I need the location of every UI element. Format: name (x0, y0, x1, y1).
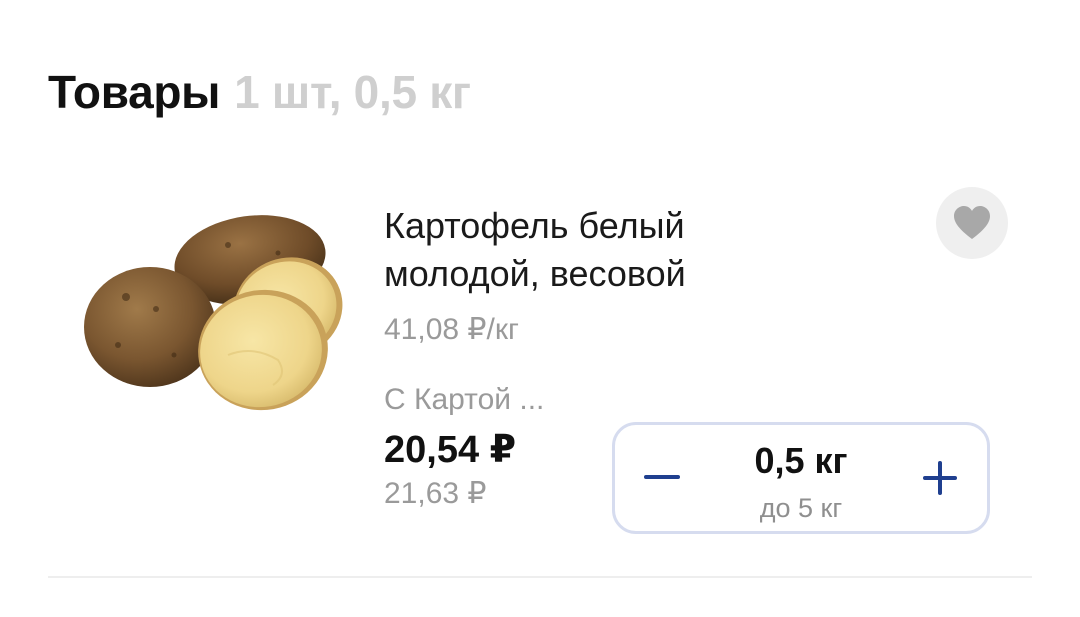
plus-icon (923, 461, 957, 495)
price-old: 21,63 ₽ (384, 477, 487, 510)
favorite-button[interactable] (936, 187, 1008, 259)
quantity-stepper[interactable]: 0,5 кг до 5 кг (612, 422, 990, 534)
section-header: Товары 1 шт, 0,5 кг (48, 62, 471, 122)
unit-price: 41,08 ₽/кг (384, 313, 519, 346)
divider (48, 576, 1032, 578)
product-image[interactable] (78, 205, 348, 425)
section-title: Товары (48, 66, 221, 118)
product-name-line2: молодой, весовой (384, 253, 686, 294)
heart-icon (954, 206, 990, 239)
potato-image (84, 215, 343, 411)
product-name-line1: Картофель белый (384, 205, 685, 246)
increase-button[interactable] (907, 445, 973, 511)
price-current: 20,54 ₽ (384, 429, 517, 471)
card-price-label: С Картой ... (384, 383, 545, 416)
product-name[interactable]: Картофель белый молодой, весовой (384, 202, 804, 298)
section-meta: 1 шт, 0,5 кг (234, 66, 471, 118)
